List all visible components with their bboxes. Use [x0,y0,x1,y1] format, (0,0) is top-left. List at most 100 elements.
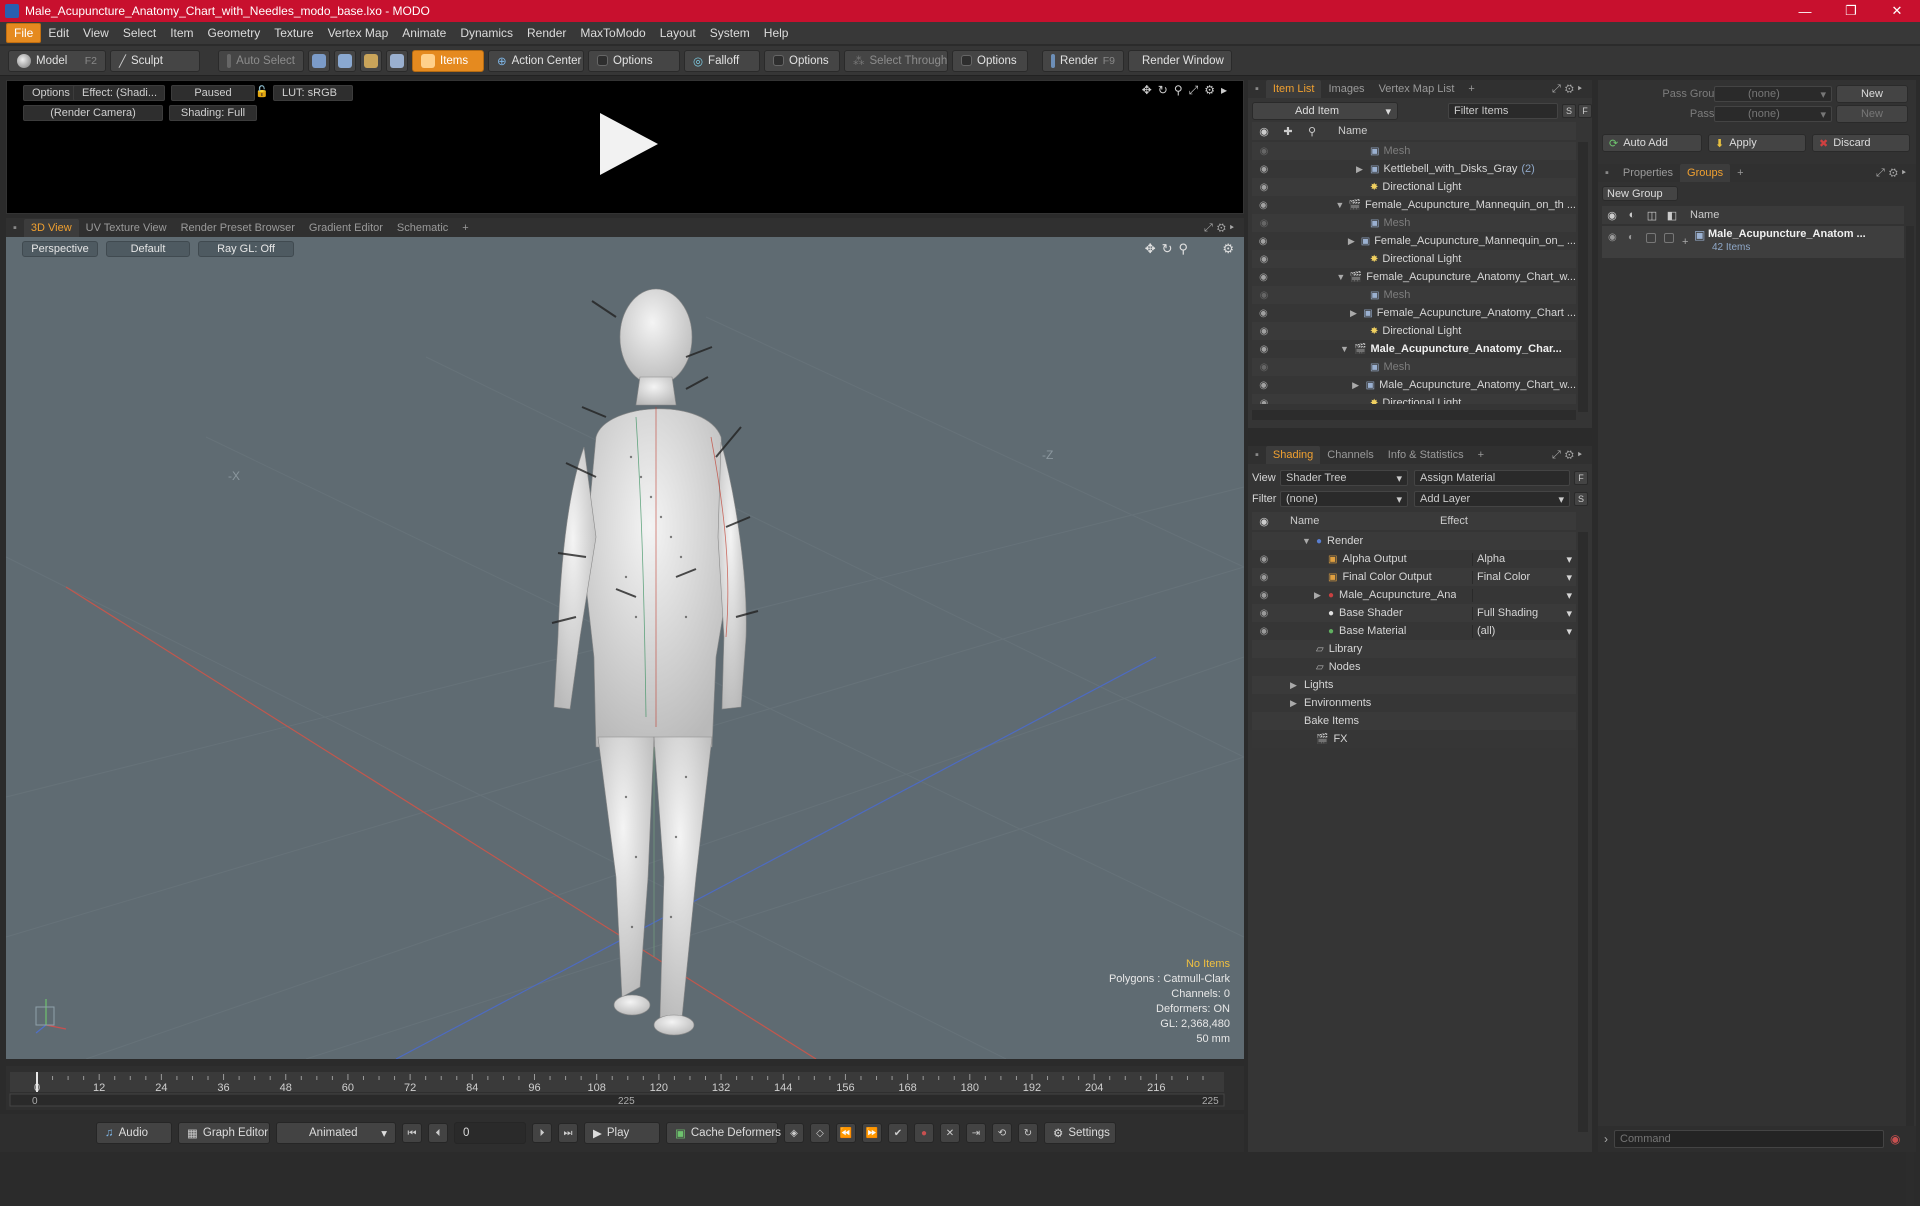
eye-icon[interactable]: ◉ [1252,590,1276,601]
tab-properties[interactable]: Properties [1616,164,1680,182]
previous-key-button[interactable]: ⏴ [428,1123,448,1143]
expand-arrow-icon[interactable]: ▼ [1340,344,1354,354]
vertices-mode-button[interactable] [308,49,330,72]
expand-arrow-icon[interactable]: ▶ [1290,698,1304,709]
eye-icon[interactable]: ◉ [1252,290,1276,301]
timeline[interactable]: 0 12 24 36 48 60 72 84 96 108 120 132 144 156 168 180 19… [6,1066,1244,1110]
item-list-row[interactable]: ◉ ▼ 🎬 Male_Acupuncture_Anatomy_Char... [1252,340,1576,358]
item-list-row[interactable]: ◉ ▼ 🎬 Female_Acupuncture_Mannequin_on_th ..… [1252,196,1576,214]
key-selected-button[interactable]: ◇ [810,1123,830,1143]
settings-button[interactable]: ⚙ Settings [1044,1122,1116,1144]
menu-edit[interactable]: Edit [41,24,76,42]
polygons-mode-button[interactable] [360,49,382,72]
panel-controls[interactable]: ⤢⚙▸ [1552,449,1592,462]
loop-button[interactable]: ⟲ [992,1123,1012,1143]
filter-dropdown[interactable]: (none) ▾ [1280,491,1408,507]
eye-icon[interactable]: ◉ [1252,308,1275,319]
go-to-start-button[interactable]: ⏮ [402,1123,422,1143]
delete-key-button[interactable]: ✕ [940,1123,960,1143]
item-list-row[interactable]: ◉ ▶ ▣ Male_Acupuncture_Anatomy_Chart_w... [1252,376,1576,394]
model-mode-button[interactable]: Model F2 [8,49,106,72]
tab-schematic[interactable]: Schematic [390,219,455,237]
select-through-options-button[interactable]: Options [952,49,1028,72]
tab-3d-view[interactable]: 3D View [23,219,79,237]
shader-tree-row[interactable]: ▼ ● Render [1252,532,1576,550]
menu-maxtomodo[interactable]: MaxToModo [573,24,652,42]
shader-tree-row[interactable]: ◉ ▶● Male_Acupuncture_Anato ... ▾ [1252,586,1576,604]
play-icon[interactable] [592,109,662,179]
shading-style-dropdown[interactable]: Default [106,241,190,257]
panel-controls[interactable]: ⤢⚙▸ [1876,167,1916,180]
preview-options-button[interactable]: Options [23,85,79,101]
sculpt-mode-button[interactable]: ╱ Sculpt [110,49,200,72]
eye-icon[interactable]: ◉ [1252,218,1276,229]
auto-select-button[interactable]: Auto Select [218,49,304,72]
command-expand-icon[interactable]: › [1604,1132,1608,1146]
item-list-row[interactable]: ◉ ✸ Directional Light [1252,178,1576,196]
item-list-row[interactable]: ◉ ✸ Directional Light [1252,250,1576,268]
shader-tree-row[interactable]: Bake Items [1252,712,1576,730]
item-list-horizontal-scrollbar[interactable] [1252,410,1576,420]
eye-icon[interactable]: ◉ [1252,236,1274,247]
item-list-row[interactable]: ◉ ▣ Mesh [1252,286,1576,304]
select-toggle[interactable] [1664,233,1674,243]
eye-icon[interactable]: ◉ [1252,626,1276,637]
expand-icon[interactable]: + [1682,236,1688,248]
eye-icon[interactable]: ◉ [1252,344,1276,355]
falloff-button[interactable]: ◎ Falloff [684,49,760,72]
expand-arrow-icon[interactable]: ▶ [1350,308,1363,319]
3d-viewport[interactable]: -X -Z Perspective Default Ray GL: Off ✥↻… [6,237,1244,1059]
item-list-row[interactable]: ◉ ✸ Directional Light [1252,322,1576,340]
menu-item[interactable]: Item [163,24,200,42]
render-window-button[interactable]: Render Window [1128,49,1232,72]
shader-tree-scrollbar[interactable] [1578,532,1588,1132]
add-item-dropdown[interactable]: Add Item ▾ [1252,102,1398,120]
menu-vertex-map[interactable]: Vertex Map [321,24,396,42]
apply-button[interactable]: ⬇ Apply [1708,134,1806,152]
render-button[interactable]: Render F9 [1042,49,1124,72]
item-list-row[interactable]: ◉ ✸ Directional Light [1252,394,1576,404]
add-tab-button[interactable]: + [455,219,475,237]
key-all-button[interactable]: ◈ [784,1123,804,1143]
close-button[interactable]: ✕ [1874,0,1920,22]
menu-texture[interactable]: Texture [267,24,320,42]
eye-icon[interactable]: ◉ [1252,326,1276,337]
tab-images[interactable]: Images [1321,80,1371,98]
preview-view-controls[interactable]: ✥↻⚲⤢⚙▸ [1142,83,1233,98]
edges-mode-button[interactable] [334,49,356,72]
eye-icon[interactable]: ◉ [1252,146,1276,157]
add-layer-dropdown[interactable]: Add Layer ▾ [1414,491,1570,507]
search-toggle-s[interactable]: S [1562,104,1576,118]
shader-tree-row[interactable]: ◉ ▣ Alpha Output Alpha ▾ [1252,550,1576,568]
viewport-settings-icon[interactable]: ⚙ [1222,241,1234,257]
materials-mode-button[interactable] [386,49,408,72]
acupuncture-model-figure[interactable] [536,277,776,1057]
ray-gl-toggle[interactable]: Ray GL: Off [198,241,294,257]
item-list-row[interactable]: ◉ ▶ ▣ Female_Acupuncture_Mannequin_on_ ... [1252,232,1576,250]
item-list-row[interactable]: ◉ ▣ Mesh [1252,358,1576,376]
eye-icon[interactable]: ◉ [1252,380,1275,391]
pass-groups-dropdown[interactable]: (none) ▾ [1714,86,1832,102]
new-pass-group-button[interactable]: New [1836,85,1908,103]
menu-system[interactable]: System [703,24,757,42]
expand-arrow-icon[interactable]: ▶ [1314,590,1328,601]
eye-icon[interactable]: ◉ [1252,398,1276,405]
next-keyframe-button[interactable]: ⏩ [862,1123,882,1143]
lock-icon[interactable]: 🔓 [255,85,269,98]
tab-shading[interactable]: Shading [1265,446,1321,464]
tab-render-preset-browser[interactable]: Render Preset Browser [174,219,302,237]
restore-button[interactable]: ❐ [1828,0,1874,22]
expand-arrow-icon[interactable]: ▶ [1348,236,1361,247]
shader-tree-row[interactable]: ▱ Nodes [1252,658,1576,676]
panel-controls[interactable]: ⤢⚙▸ [1552,83,1592,96]
eye-icon[interactable]: ◉ [1252,608,1276,619]
action-center-button[interactable]: ⊕ Action Center [488,49,584,72]
add-layer-s-button[interactable]: S [1574,492,1588,506]
next-key-button[interactable]: ⏵ [532,1123,552,1143]
search-toggle-f[interactable]: F [1578,104,1592,118]
item-list-row[interactable]: ◉ ▣ Mesh [1252,142,1576,160]
play-button[interactable]: ▶ Play [584,1122,660,1144]
render-toggle-icon[interactable]: ◐ [1628,232,1634,243]
item-list-row[interactable]: ◉ ▶ ▣ Female_Acupuncture_Anatomy_Chart ... [1252,304,1576,322]
filter-items-input[interactable]: Filter Items [1448,103,1558,119]
